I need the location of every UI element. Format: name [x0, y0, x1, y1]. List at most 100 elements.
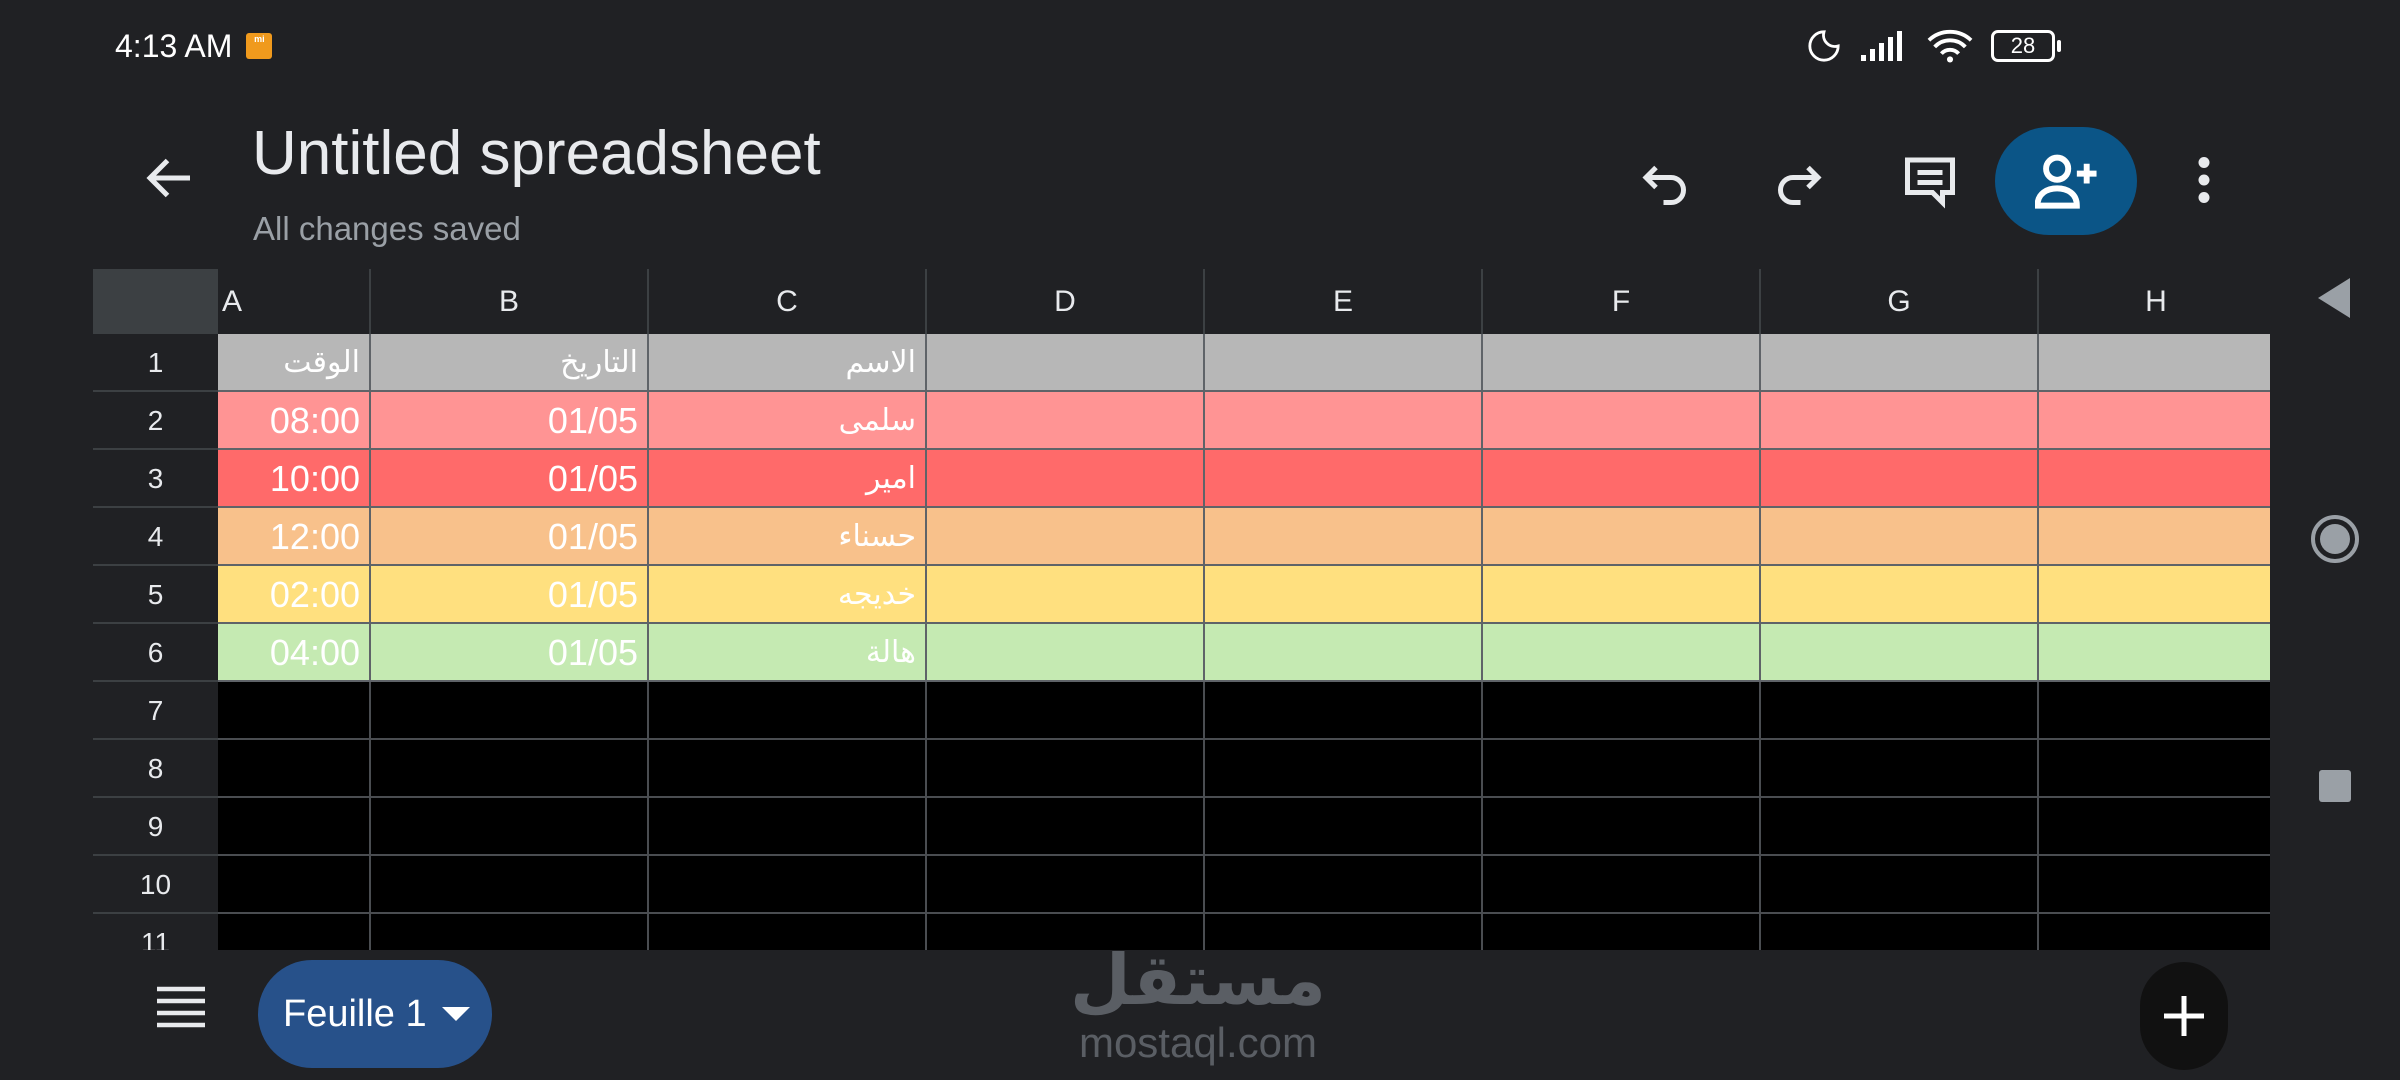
spreadsheet-grid[interactable]: A B C D E F G H 1 الوقت التاريخ الاسم 2 08:00 01/05 سلم…	[93, 269, 2270, 950]
column-header-g[interactable]: G	[1761, 269, 2039, 334]
cell-a7[interactable]	[218, 682, 371, 740]
cell-g1[interactable]	[1761, 334, 2039, 392]
nav-back-icon[interactable]	[2314, 276, 2354, 320]
cell-c5[interactable]: خديجه	[649, 566, 927, 624]
cell-e6[interactable]	[1205, 624, 1483, 682]
cell-a4[interactable]: 12:00	[218, 508, 371, 566]
row-header-1[interactable]: 1	[93, 334, 218, 392]
cell-a11[interactable]	[218, 914, 371, 950]
cell-f2[interactable]	[1483, 392, 1761, 450]
cell-g2[interactable]	[1761, 392, 2039, 450]
row-header-8[interactable]: 8	[93, 740, 218, 798]
redo-icon[interactable]	[1768, 150, 1828, 210]
cell-f8[interactable]	[1483, 740, 1761, 798]
cell-d9[interactable]	[927, 798, 1205, 856]
column-header-h[interactable]: H	[2039, 269, 2270, 334]
cell-c7[interactable]	[649, 682, 927, 740]
cell-e7[interactable]	[1205, 682, 1483, 740]
cell-d8[interactable]	[927, 740, 1205, 798]
cell-b6[interactable]: 01/05	[371, 624, 649, 682]
cell-d5[interactable]	[927, 566, 1205, 624]
cell-d4[interactable]	[927, 508, 1205, 566]
cell-a5[interactable]: 02:00	[218, 566, 371, 624]
cell-e10[interactable]	[1205, 856, 1483, 914]
row-header-5[interactable]: 5	[93, 566, 218, 624]
cell-e5[interactable]	[1205, 566, 1483, 624]
cell-g7[interactable]	[1761, 682, 2039, 740]
cell-d2[interactable]	[927, 392, 1205, 450]
row-header-10[interactable]: 10	[93, 856, 218, 914]
cell-f10[interactable]	[1483, 856, 1761, 914]
column-header-f[interactable]: F	[1483, 269, 1761, 334]
cell-h9[interactable]	[2039, 798, 2270, 856]
more-options-icon[interactable]	[2174, 150, 2234, 210]
cell-c11[interactable]	[649, 914, 927, 950]
cell-g10[interactable]	[1761, 856, 2039, 914]
nav-home-icon[interactable]	[2310, 514, 2360, 564]
cell-f11[interactable]	[1483, 914, 1761, 950]
cell-e3[interactable]	[1205, 450, 1483, 508]
cell-h8[interactable]	[2039, 740, 2270, 798]
cell-b4[interactable]: 01/05	[371, 508, 649, 566]
nav-recents-icon[interactable]	[2317, 768, 2353, 804]
document-title[interactable]: Untitled spreadsheet	[252, 118, 821, 189]
cell-a3[interactable]: 10:00	[218, 450, 371, 508]
cell-g3[interactable]	[1761, 450, 2039, 508]
row-header-2[interactable]: 2	[93, 392, 218, 450]
cell-b9[interactable]	[371, 798, 649, 856]
column-header-c[interactable]: C	[649, 269, 927, 334]
cell-a2[interactable]: 08:00	[218, 392, 371, 450]
cell-c8[interactable]	[649, 740, 927, 798]
cell-a9[interactable]	[218, 798, 371, 856]
add-sheet-button[interactable]	[2140, 962, 2228, 1070]
cell-d6[interactable]	[927, 624, 1205, 682]
row-header-7[interactable]: 7	[93, 682, 218, 740]
cell-f1[interactable]	[1483, 334, 1761, 392]
cell-f9[interactable]	[1483, 798, 1761, 856]
back-arrow-icon[interactable]	[140, 148, 200, 208]
cell-c9[interactable]	[649, 798, 927, 856]
undo-icon[interactable]	[1636, 150, 1696, 210]
cell-f3[interactable]	[1483, 450, 1761, 508]
cell-a1[interactable]: الوقت	[218, 334, 371, 392]
row-header-3[interactable]: 3	[93, 450, 218, 508]
cell-g11[interactable]	[1761, 914, 2039, 950]
share-button[interactable]	[1995, 127, 2137, 235]
cell-c3[interactable]: امير	[649, 450, 927, 508]
cell-h1[interactable]	[2039, 334, 2270, 392]
cell-e2[interactable]	[1205, 392, 1483, 450]
cell-g6[interactable]	[1761, 624, 2039, 682]
select-all-corner[interactable]	[93, 269, 218, 334]
cell-d7[interactable]	[927, 682, 1205, 740]
cell-g4[interactable]	[1761, 508, 2039, 566]
cell-f5[interactable]	[1483, 566, 1761, 624]
cell-h2[interactable]	[2039, 392, 2270, 450]
cell-g9[interactable]	[1761, 798, 2039, 856]
cell-b7[interactable]	[371, 682, 649, 740]
row-header-4[interactable]: 4	[93, 508, 218, 566]
cell-h3[interactable]	[2039, 450, 2270, 508]
cell-h11[interactable]	[2039, 914, 2270, 950]
cell-c6[interactable]: هالة	[649, 624, 927, 682]
sheet-tab[interactable]: Feuille 1	[258, 960, 492, 1068]
row-header-9[interactable]: 9	[93, 798, 218, 856]
column-header-a[interactable]: A	[218, 269, 371, 334]
cell-f7[interactable]	[1483, 682, 1761, 740]
cell-c4[interactable]: حسناء	[649, 508, 927, 566]
cell-e1[interactable]	[1205, 334, 1483, 392]
cell-d1[interactable]	[927, 334, 1205, 392]
cell-h6[interactable]	[2039, 624, 2270, 682]
cell-h4[interactable]	[2039, 508, 2270, 566]
cell-c10[interactable]	[649, 856, 927, 914]
cell-h5[interactable]	[2039, 566, 2270, 624]
cell-g5[interactable]	[1761, 566, 2039, 624]
cell-e8[interactable]	[1205, 740, 1483, 798]
cell-g8[interactable]	[1761, 740, 2039, 798]
cell-c1[interactable]: الاسم	[649, 334, 927, 392]
column-header-b[interactable]: B	[371, 269, 649, 334]
cell-b3[interactable]: 01/05	[371, 450, 649, 508]
cell-b1[interactable]: التاريخ	[371, 334, 649, 392]
cell-b5[interactable]: 01/05	[371, 566, 649, 624]
cell-b11[interactable]	[371, 914, 649, 950]
cell-e4[interactable]	[1205, 508, 1483, 566]
